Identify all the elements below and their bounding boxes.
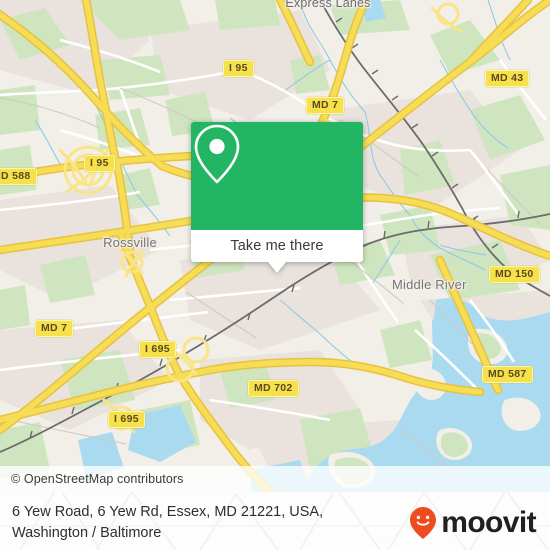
location-address: 6 Yew Road, 6 Yew Rd, Essex, MD 21221, U… [12, 502, 412, 544]
shield-i95-west[interactable]: I 95 [84, 155, 115, 172]
shield-i695-south[interactable]: I 695 [108, 411, 145, 428]
shield-i695-north[interactable]: I 695 [139, 341, 176, 358]
address-line-2: Washington / Baltimore [12, 525, 162, 541]
moovit-wordmark: moovit [441, 506, 536, 539]
moovit-pin-smiley-icon [410, 507, 437, 539]
popup-action-bar[interactable]: Take me there [191, 230, 363, 262]
shield-md702[interactable]: MD 702 [248, 380, 299, 397]
map-place-label-express-lanes: Express Lanes [285, 0, 371, 10]
footer-bar: 6 Yew Road, 6 Yew Rd, Essex, MD 21221, U… [0, 492, 550, 550]
shield-md150[interactable]: MD 150 [489, 266, 540, 283]
shield-md7-west[interactable]: MD 7 [35, 320, 74, 337]
popup-header [191, 122, 363, 230]
shield-i95-north[interactable]: I 95 [223, 60, 254, 77]
shield-md43[interactable]: MD 43 [485, 70, 530, 87]
map-place-label-rossville: Rossville [103, 235, 157, 250]
address-line-1: 6 Yew Road, 6 Yew Rd, Essex, MD 21221, U… [12, 504, 324, 520]
map-canvas[interactable]: Rossville Middle River Express Lanes I 9… [0, 0, 550, 492]
popup-pointer [268, 262, 286, 273]
shield-md7-north[interactable]: MD 7 [306, 97, 345, 114]
map-place-label-middle-river: Middle River [392, 278, 466, 292]
take-me-there-button[interactable]: Take me there [230, 238, 323, 254]
map-attribution-bar: © OpenStreetMap contributors [0, 466, 550, 492]
destination-popup-card[interactable]: Take me there [191, 122, 363, 273]
map-pin-icon [194, 124, 240, 184]
map-screenshot: Rossville Middle River Express Lanes I 9… [0, 0, 550, 550]
shield-md587[interactable]: MD 587 [482, 366, 533, 383]
moovit-logo[interactable]: moovit [408, 506, 537, 540]
osm-attribution-text[interactable]: © OpenStreetMap contributors [0, 472, 184, 486]
map-place-label-middle-river-text: Middle River [392, 277, 467, 292]
shield-md588[interactable]: MD 588 [0, 168, 37, 185]
